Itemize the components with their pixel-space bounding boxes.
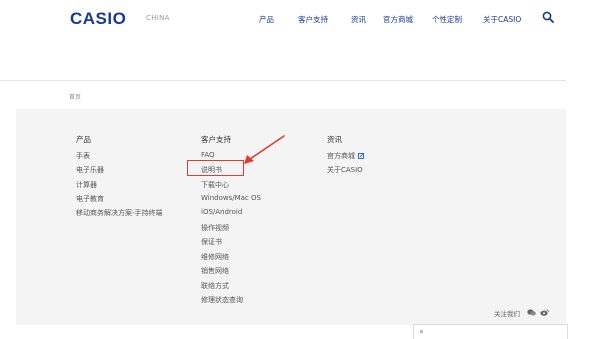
footer-link-sales-network[interactable]: 销售网络: [201, 266, 229, 276]
breadcrumb[interactable]: 首页: [69, 92, 81, 101]
page: CASIO CHINA 产品 客户支持 资讯 官方商城 个性定制 关于CASIO…: [0, 0, 598, 339]
bottom-input-box[interactable]: [413, 324, 568, 339]
follow-us-label: 关注我们: [494, 310, 520, 318]
nav-custom[interactable]: 个性定制: [432, 14, 462, 25]
footer-link-about[interactable]: 关于CASIO: [327, 165, 363, 175]
footer-link-repair-status[interactable]: 修理状态查询: [201, 295, 243, 305]
footer-link-windows-mac[interactable]: Windows/Mac OS: [201, 194, 261, 202]
input-marker: [420, 330, 423, 333]
footer-heading-support: 客户支持: [201, 135, 231, 144]
footer-link-repair-network[interactable]: 维修网络: [201, 252, 229, 262]
highlight-box: [187, 160, 244, 176]
footer-link-downloads[interactable]: 下载中心: [201, 180, 229, 190]
nav-about[interactable]: 关于CASIO: [483, 14, 521, 25]
footer-link-contact[interactable]: 联络方式: [201, 281, 229, 291]
nav-support[interactable]: 客户支持: [298, 14, 328, 25]
header-divider: [0, 80, 566, 81]
weibo-icon[interactable]: [540, 309, 549, 316]
nav-store[interactable]: 官方商城: [383, 14, 413, 25]
search-icon[interactable]: [542, 11, 554, 23]
footer-link-store-label: 官方商城: [327, 152, 355, 160]
site-header: CASIO CHINA 产品 客户支持 资讯 官方商城 个性定制 关于CASIO: [0, 0, 598, 38]
wechat-icon[interactable]: [527, 309, 536, 316]
footer-link-education[interactable]: 电子教育: [76, 194, 104, 204]
main-nav: 产品 客户支持 资讯 官方商城 个性定制 关于CASIO: [0, 14, 598, 26]
footer-link-instruments[interactable]: 电子乐器: [76, 165, 104, 175]
footer-link-calculators[interactable]: 计算器: [76, 180, 97, 190]
footer-link-faq[interactable]: FAQ: [201, 151, 215, 159]
nav-news[interactable]: 资讯: [351, 14, 366, 25]
footer-heading-products: 产品: [76, 135, 91, 144]
footer-heading-news: 资讯: [327, 135, 342, 144]
external-link-icon: [358, 153, 364, 159]
footer-link-videos[interactable]: 操作视频: [201, 223, 229, 233]
footer-link-watches[interactable]: 手表: [76, 151, 90, 161]
footer-link-warranty[interactable]: 保证书: [201, 237, 222, 247]
footer-link-ios-android[interactable]: iOS/Android: [201, 208, 242, 216]
footer-link-mobile-business[interactable]: 移动商务解决方案-手持终端: [76, 208, 163, 218]
nav-products[interactable]: 产品: [259, 14, 274, 25]
footer-link-store[interactable]: 官方商城: [327, 151, 364, 161]
